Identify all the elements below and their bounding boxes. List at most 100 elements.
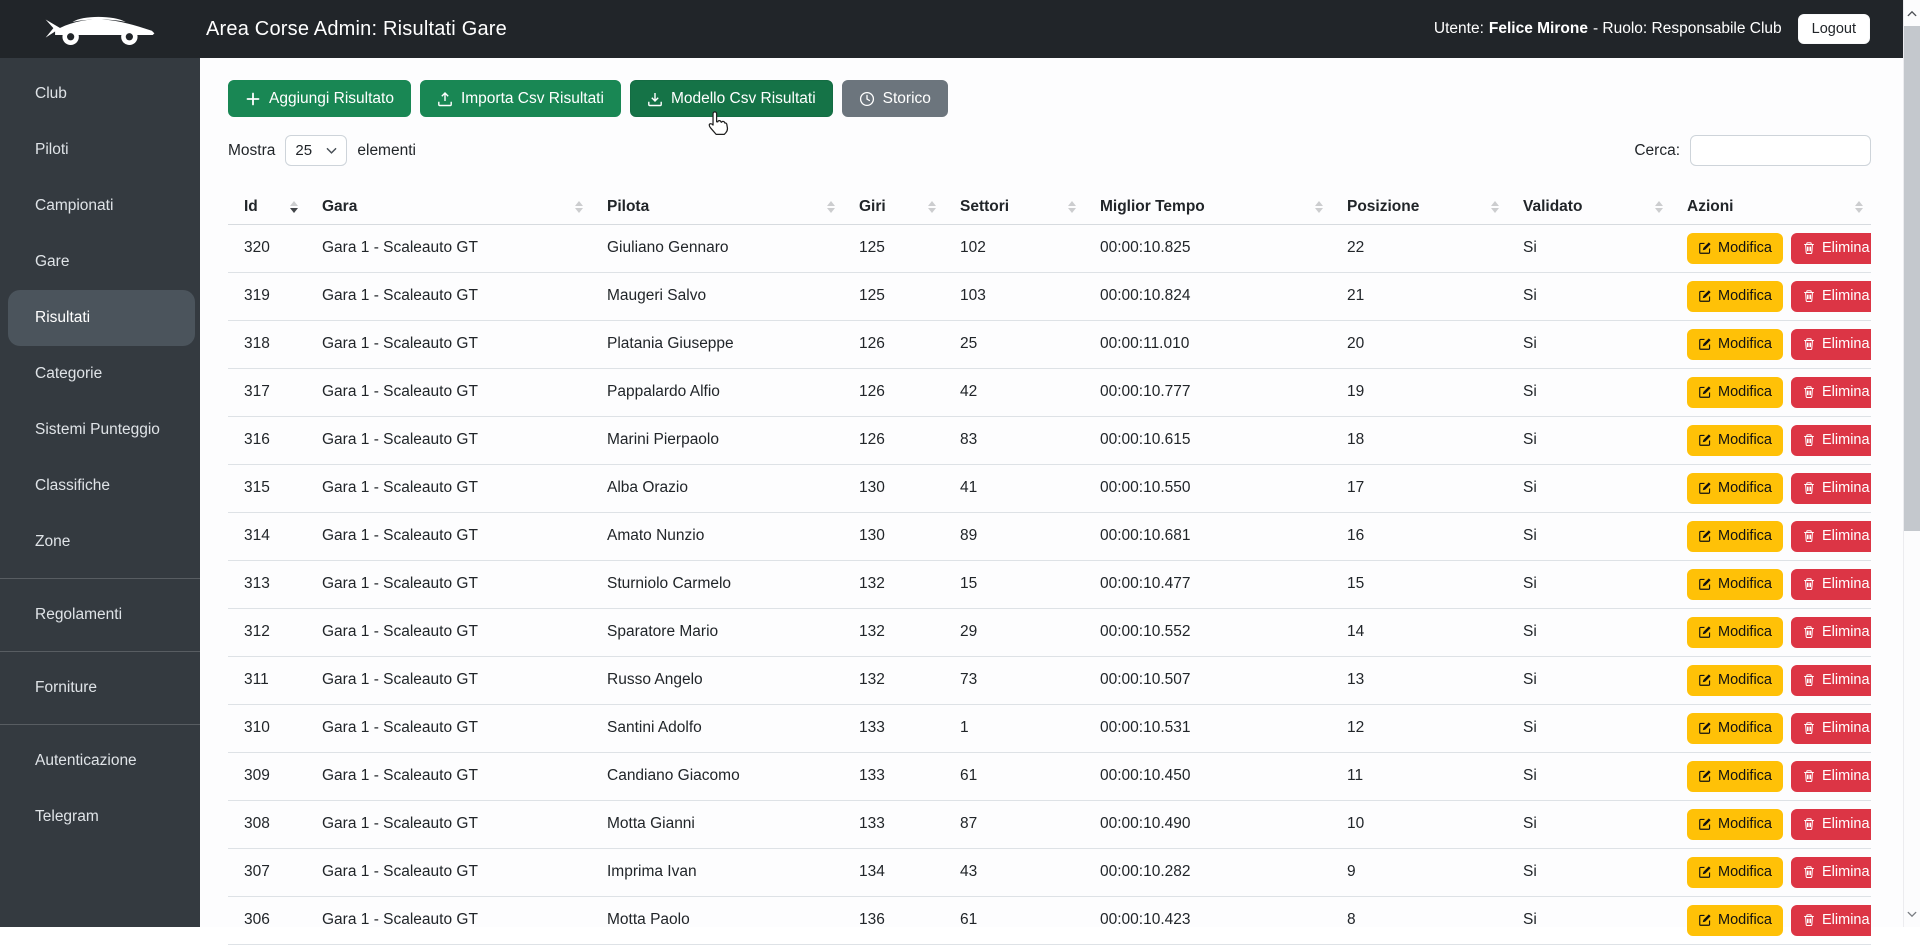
- cell-miglior-tempo: 00:00:10.681: [1084, 512, 1331, 561]
- elimina-button[interactable]: Elimina: [1791, 808, 1871, 840]
- trash-icon: [1802, 913, 1816, 927]
- sidebar-item-risultati[interactable]: Risultati: [8, 290, 195, 346]
- elimina-button[interactable]: Elimina: [1791, 280, 1871, 312]
- sidebar-item-club[interactable]: Club: [0, 66, 200, 122]
- elimina-button[interactable]: Elimina: [1791, 616, 1871, 648]
- modifica-button[interactable]: Modifica: [1687, 232, 1783, 264]
- elimina-button[interactable]: Elimina: [1791, 232, 1871, 264]
- page-size-select[interactable]: 25: [285, 135, 348, 166]
- elimina-button[interactable]: Elimina: [1791, 520, 1871, 552]
- race-car-logo[interactable]: [0, 11, 200, 47]
- cell-azioni: Modifica Elimina: [1671, 224, 1871, 273]
- elimina-button[interactable]: Elimina: [1791, 472, 1871, 504]
- cell-miglior-tempo: 00:00:10.450: [1084, 752, 1331, 801]
- modifica-button[interactable]: Modifica: [1687, 760, 1783, 792]
- cell-pilota: Motta Paolo: [591, 896, 843, 945]
- column-header-posizione[interactable]: Posizione: [1331, 190, 1507, 225]
- cell-miglior-tempo: 00:00:11.010: [1084, 320, 1331, 369]
- cell-giri: 126: [843, 416, 944, 465]
- column-header-giri[interactable]: Giri: [843, 190, 944, 225]
- column-header-gara[interactable]: Gara: [306, 190, 591, 225]
- modifica-button[interactable]: Modifica: [1687, 328, 1783, 360]
- elimina-button[interactable]: Elimina: [1791, 664, 1871, 696]
- modifica-button[interactable]: Modifica: [1687, 856, 1783, 888]
- column-header-validato[interactable]: Validato: [1507, 190, 1671, 225]
- aggiungi-risultato-button[interactable]: Aggiungi Risultato: [228, 80, 411, 117]
- elimina-button[interactable]: Elimina: [1791, 856, 1871, 888]
- cell-settori: 42: [944, 368, 1084, 417]
- cell-miglior-tempo: 00:00:10.531: [1084, 704, 1331, 753]
- toolbar: Aggiungi Risultato Importa Csv Risultati M…: [228, 80, 1871, 117]
- cell-settori: 83: [944, 416, 1084, 465]
- modifica-button[interactable]: Modifica: [1687, 376, 1783, 408]
- elimina-button[interactable]: Elimina: [1791, 904, 1871, 936]
- table-row: 320 Gara 1 - Scaleauto GT Giuliano Gennaro…: [228, 224, 1871, 273]
- column-header-id[interactable]: Id: [228, 190, 306, 225]
- logout-button[interactable]: Logout: [1797, 14, 1870, 44]
- scrollbar-thumb[interactable]: [1904, 26, 1920, 531]
- sidebar-item-piloti[interactable]: Piloti: [0, 122, 200, 178]
- sidebar-item-sistemi-punteggio[interactable]: Sistemi Punteggio: [0, 402, 200, 458]
- race-car-icon: [45, 16, 155, 45]
- column-header-miglior-tempo[interactable]: Miglior Tempo: [1084, 190, 1331, 225]
- modifica-button[interactable]: Modifica: [1687, 520, 1783, 552]
- scroll-down-button[interactable]: [1904, 905, 1920, 923]
- cell-posizione: 8: [1331, 896, 1507, 945]
- cell-miglior-tempo: 00:00:10.282: [1084, 848, 1331, 897]
- chevron-up-icon: [1907, 10, 1917, 16]
- modifica-button[interactable]: Modifica: [1687, 712, 1783, 744]
- column-header-azioni[interactable]: Azioni: [1671, 190, 1871, 225]
- cell-id: 311: [228, 656, 306, 705]
- trash-icon: [1802, 817, 1816, 831]
- cell-posizione: 12: [1331, 704, 1507, 753]
- elimina-button[interactable]: Elimina: [1791, 712, 1871, 744]
- modifica-button[interactable]: Modifica: [1687, 904, 1783, 936]
- column-header-pilota[interactable]: Pilota: [591, 190, 843, 225]
- column-label: Gara: [322, 197, 358, 215]
- app-window: Area Corse Admin: Risultati Gare Utente:…: [0, 0, 1920, 945]
- cell-gara: Gara 1 - Scaleauto GT: [306, 416, 591, 465]
- modifica-button[interactable]: Modifica: [1687, 616, 1783, 648]
- sidebar-item-autenticazione[interactable]: Autenticazione: [0, 733, 200, 789]
- sidebar-item-telegram[interactable]: Telegram: [0, 789, 200, 845]
- sidebar-item-zone[interactable]: Zone: [0, 514, 200, 570]
- table-row: 315 Gara 1 - Scaleauto GT Alba Orazio 130 41…: [228, 464, 1871, 513]
- importa-csv-risultati-button[interactable]: Importa Csv Risultati: [419, 80, 621, 117]
- page-title: Area Corse Admin: Risultati Gare: [206, 17, 507, 40]
- cell-id: 314: [228, 512, 306, 561]
- elimina-button[interactable]: Elimina: [1791, 376, 1871, 408]
- cell-azioni: Modifica Elimina: [1671, 368, 1871, 417]
- modifica-button[interactable]: Modifica: [1687, 472, 1783, 504]
- sidebar-item-gare[interactable]: Gare: [0, 234, 200, 290]
- cell-pilota: Platania Giuseppe: [591, 320, 843, 369]
- sidebar-item-regolamenti[interactable]: Regolamenti: [0, 587, 200, 643]
- sidebar-item-classifiche[interactable]: Classifiche: [0, 458, 200, 514]
- elimina-button[interactable]: Elimina: [1791, 328, 1871, 360]
- scroll-up-button[interactable]: [1904, 4, 1920, 22]
- column-header-settori[interactable]: Settori: [944, 190, 1084, 225]
- sidebar-item-campionati[interactable]: Campionati: [0, 178, 200, 234]
- cell-azioni: Modifica Elimina: [1671, 608, 1871, 657]
- table-controls: Mostra 25 elementi Cerca:: [228, 135, 1871, 166]
- sidebar-item-categorie[interactable]: Categorie: [0, 346, 200, 402]
- elimina-button[interactable]: Elimina: [1791, 568, 1871, 600]
- cell-validato: Si: [1507, 704, 1671, 753]
- elimina-button[interactable]: Elimina: [1791, 760, 1871, 792]
- search-input[interactable]: [1690, 135, 1871, 166]
- modifica-button[interactable]: Modifica: [1687, 568, 1783, 600]
- modello-csv-risultati-button[interactable]: Modello Csv Risultati: [629, 80, 833, 117]
- elimina-button[interactable]: Elimina: [1791, 424, 1871, 456]
- modifica-button[interactable]: Modifica: [1687, 424, 1783, 456]
- cell-settori: 25: [944, 320, 1084, 369]
- modifica-button[interactable]: Modifica: [1687, 664, 1783, 696]
- download-icon: [647, 91, 663, 107]
- modifica-button[interactable]: Modifica: [1687, 808, 1783, 840]
- cell-settori: 103: [944, 272, 1084, 321]
- trash-icon: [1802, 625, 1816, 639]
- vertical-scrollbar[interactable]: [1903, 0, 1920, 927]
- storico-button[interactable]: Storico: [841, 80, 948, 117]
- cell-validato: Si: [1507, 464, 1671, 513]
- modifica-button[interactable]: Modifica: [1687, 280, 1783, 312]
- trash-icon: [1802, 481, 1816, 495]
- sidebar-item-forniture[interactable]: Forniture: [0, 660, 200, 716]
